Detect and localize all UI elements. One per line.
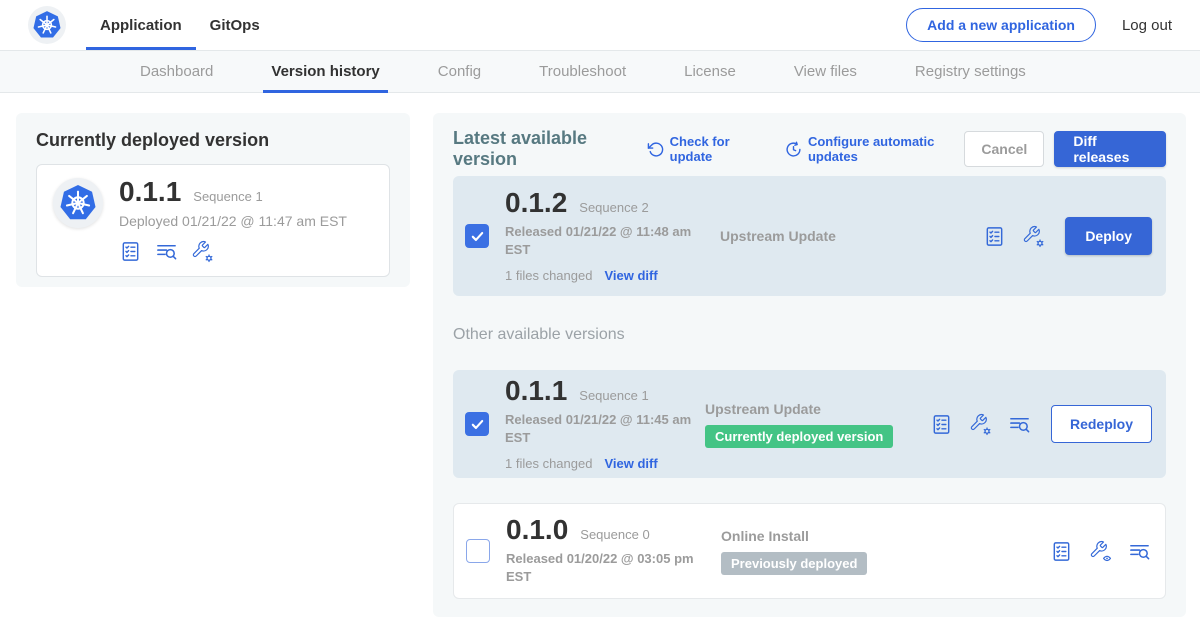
edit-config-icon[interactable] xyxy=(191,240,214,263)
configure-automatic-updates-label: Configure automatic updates xyxy=(808,134,964,164)
subnav-view-files[interactable]: View files xyxy=(794,51,857,92)
view-logs-icon[interactable] xyxy=(155,240,178,263)
check-for-update-link[interactable]: Check for update xyxy=(647,134,761,164)
currently-deployed-card: Currently deployed version 0.1.1 xyxy=(16,113,410,287)
deployed-sequence-label: Sequence 1 xyxy=(193,189,262,204)
view-logs-icon[interactable] xyxy=(1128,540,1151,563)
version-checkbox-0-1-0[interactable] xyxy=(466,539,490,563)
files-changed-label: 1 files changed xyxy=(505,456,592,471)
deployed-version-info: 0.1.1 Sequence 1 Deployed 01/21/22 @ 11:… xyxy=(119,178,347,263)
deployed-version-number: 0.1.1 xyxy=(119,178,181,206)
source-column: Online Install Previously deployed xyxy=(721,528,971,575)
view-diff-link[interactable]: View diff xyxy=(604,456,657,471)
logout-link[interactable]: Log out xyxy=(1122,17,1172,34)
app-sub-navigation: Dashboard Version history Config Trouble… xyxy=(0,50,1200,93)
version-checkbox-0-1-1[interactable] xyxy=(465,412,489,436)
version-row-0-1-0: 0.1.0 Sequence 0 Released 01/20/22 @ 03:… xyxy=(453,503,1166,599)
source-column: Upstream Update xyxy=(720,228,970,244)
version-source-label: Online Install xyxy=(721,528,971,544)
files-changed-label: 1 files changed xyxy=(505,268,592,283)
redeploy-button[interactable]: Redeploy xyxy=(1051,405,1152,443)
currently-deployed-badge: Currently deployed version xyxy=(705,425,893,448)
version-source-label: Upstream Update xyxy=(705,401,930,417)
preflight-checklist-icon[interactable] xyxy=(930,413,953,436)
schedule-update-icon xyxy=(785,141,802,158)
version-source-label: Upstream Update xyxy=(720,228,970,244)
refresh-icon xyxy=(647,141,664,158)
released-timestamp: Released 01/20/22 @ 03:05 pm EST xyxy=(506,550,706,585)
sequence-label: Sequence 2 xyxy=(579,200,648,215)
version-info-column: 0.1.2 Sequence 2 Released 01/21/22 @ 11:… xyxy=(505,189,720,282)
preflight-checklist-icon[interactable] xyxy=(983,225,1006,248)
deploy-button[interactable]: Deploy xyxy=(1065,217,1152,255)
edit-config-icon[interactable] xyxy=(1022,225,1045,248)
view-config-icon[interactable] xyxy=(1089,540,1112,563)
other-available-versions-label: Other available versions xyxy=(453,326,1166,344)
subnav-version-history[interactable]: Version history xyxy=(271,51,379,92)
source-column: Upstream Update Currently deployed versi… xyxy=(705,401,930,448)
preflight-checklist-icon[interactable] xyxy=(119,240,142,263)
cancel-button[interactable]: Cancel xyxy=(964,131,1044,167)
preflight-checklist-icon[interactable] xyxy=(1050,540,1073,563)
subnav-config[interactable]: Config xyxy=(438,51,481,92)
check-for-update-label: Check for update xyxy=(670,134,761,164)
version-row-0-1-1: 0.1.1 Sequence 1 Released 01/21/22 @ 11:… xyxy=(453,370,1166,478)
released-timestamp: Released 01/21/22 @ 11:48 am EST xyxy=(505,223,705,258)
deployed-action-icons xyxy=(119,240,347,263)
version-history-panel: Latest available version Check for updat… xyxy=(433,113,1186,617)
latest-available-title: Latest available version xyxy=(453,128,633,170)
row-actions: Redeploy xyxy=(930,405,1152,443)
subnav-registry-settings[interactable]: Registry settings xyxy=(915,51,1026,92)
version-checkbox-0-1-2[interactable] xyxy=(465,224,489,248)
currently-deployed-title: Currently deployed version xyxy=(36,130,390,151)
version-number: 0.1.0 xyxy=(506,516,568,544)
tab-application[interactable]: Application xyxy=(86,0,196,50)
deployed-version-tile: 0.1.1 Sequence 1 Deployed 01/21/22 @ 11:… xyxy=(36,164,390,277)
top-navigation-bar: Application GitOps Add a new application… xyxy=(0,0,1200,50)
sequence-label: Sequence 0 xyxy=(580,527,649,542)
tab-gitops[interactable]: GitOps xyxy=(196,0,274,50)
subnav-dashboard[interactable]: Dashboard xyxy=(140,51,213,92)
edit-config-icon[interactable] xyxy=(969,413,992,436)
row-actions: Deploy xyxy=(983,217,1152,255)
version-number: 0.1.1 xyxy=(505,377,567,405)
view-logs-icon[interactable] xyxy=(1008,413,1031,436)
panel-header: Latest available version Check for updat… xyxy=(453,130,1166,168)
subnav-troubleshoot[interactable]: Troubleshoot xyxy=(539,51,626,92)
kots-admin-console: Application GitOps Add a new application… xyxy=(0,0,1200,634)
add-new-application-button[interactable]: Add a new application xyxy=(906,8,1096,42)
previously-deployed-badge: Previously deployed xyxy=(721,552,867,575)
sequence-label: Sequence 1 xyxy=(579,388,648,403)
diff-releases-button[interactable]: Diff releases xyxy=(1054,131,1166,167)
version-row-0-1-2: 0.1.2 Sequence 2 Released 01/21/22 @ 11:… xyxy=(453,176,1166,296)
configure-automatic-updates-link[interactable]: Configure automatic updates xyxy=(785,134,964,164)
version-info-column: 0.1.0 Sequence 0 Released 01/20/22 @ 03:… xyxy=(506,516,721,585)
version-info-column: 0.1.1 Sequence 1 Released 01/21/22 @ 11:… xyxy=(505,377,705,470)
version-number: 0.1.2 xyxy=(505,189,567,217)
row-actions xyxy=(1050,540,1151,563)
subnav-license[interactable]: License xyxy=(684,51,736,92)
released-timestamp: Released 01/21/22 @ 11:45 am EST xyxy=(505,411,705,446)
kubernetes-logo-icon xyxy=(28,6,66,44)
app-kubernetes-logo-icon xyxy=(53,178,103,228)
view-diff-link[interactable]: View diff xyxy=(604,268,657,283)
deployed-timestamp: Deployed 01/21/22 @ 11:47 am EST xyxy=(119,213,347,229)
